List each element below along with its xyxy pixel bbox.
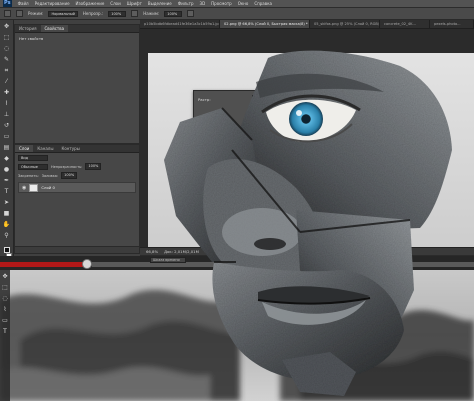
timeline-handle[interactable]: [82, 259, 92, 269]
doc-tab-4[interactable]: concrete_02_4K...: [380, 20, 430, 28]
mode-label: Режим:: [28, 11, 44, 16]
layer-filter-row: Вид: [15, 153, 139, 162]
canvas-area: Растр: 80,0: [140, 29, 474, 256]
blur-icon[interactable]: ◆: [3, 155, 11, 163]
raster-label: Растр:: [198, 97, 211, 102]
eye-icon[interactable]: ◉: [22, 185, 26, 191]
properties-panel-tabs: История Свойства: [15, 25, 139, 33]
secondary-brush-icon[interactable]: ⌇: [1, 306, 9, 314]
status-bar: 66,8% Док: 2,01M/2,01M: [140, 247, 474, 255]
secondary-eraser-icon[interactable]: ▭: [1, 317, 9, 325]
lock-row: Закрепить: Заливка: 100%: [15, 171, 139, 180]
airbrush-icon[interactable]: [187, 10, 195, 17]
layers-panel-footer: [15, 246, 139, 253]
menu-filter[interactable]: Фильтр: [178, 1, 194, 6]
tab-channels[interactable]: Каналы: [33, 145, 57, 152]
menu-type[interactable]: Шрифт: [127, 1, 142, 6]
mode-dropdown[interactable]: Нормальный: [48, 10, 78, 17]
zoom-icon[interactable]: ⚲: [3, 232, 11, 240]
properties-empty-text: Нет свойств: [19, 36, 44, 41]
doc-tab-3[interactable]: 05_skifos.png @ 25% (Слой 0, RGB/...: [310, 20, 380, 28]
properties-panel: История Свойства Нет свойств: [14, 24, 140, 144]
layers-panel-tabs: Слои Каналы Контуры: [15, 145, 139, 153]
flow-label: Нажим:: [143, 11, 160, 16]
shape-icon[interactable]: ■: [3, 210, 11, 218]
menu-file[interactable]: Файл: [18, 1, 29, 6]
move-icon[interactable]: ✥: [3, 23, 11, 31]
stamp-icon[interactable]: ⊥: [3, 111, 11, 119]
timeline-progress: [0, 262, 88, 267]
options-bar: Режим: Нормальный Непрозр.: 100% Нажим: …: [0, 8, 474, 20]
healing-icon[interactable]: ✚: [3, 89, 11, 97]
brush-preset-icon[interactable]: [4, 10, 11, 17]
timeline-button[interactable]: Шкала времени: [150, 257, 186, 263]
menu-layers[interactable]: Слои: [110, 1, 120, 6]
blend-row: Обычные Непрозрачность: 100%: [15, 162, 139, 171]
raster-value-field[interactable]: 80,0: [252, 95, 268, 101]
dodge-icon[interactable]: ●: [3, 166, 11, 174]
tab-layers[interactable]: Слои: [15, 145, 34, 152]
tab-properties[interactable]: Свойства: [40, 25, 69, 32]
menu-edit[interactable]: Редактирование: [35, 1, 70, 6]
eraser-icon[interactable]: ▭: [3, 133, 11, 141]
layer-name: Слой 0: [41, 185, 55, 190]
hand-icon[interactable]: ✋: [3, 221, 11, 229]
layer-opacity-label: Непрозрачность:: [51, 164, 83, 169]
menu-help[interactable]: Справка: [254, 1, 272, 6]
type-icon[interactable]: T: [3, 188, 11, 196]
smoke-texture-image: [0, 270, 474, 401]
menu-view[interactable]: Просмотр: [211, 1, 232, 6]
menu-window[interactable]: Окно: [238, 1, 249, 6]
doc-tab-1[interactable]: p10b5bdb6fdbead41fe36e1a3c1b59a1.jpg @ 6…: [140, 20, 220, 28]
pen-icon[interactable]: ✒: [3, 177, 11, 185]
layer-thumbnail: [29, 183, 39, 192]
brush-icon[interactable]: ⌇: [3, 100, 11, 108]
gradient-icon[interactable]: ▤: [3, 144, 11, 152]
photoshop-logo: Ps: [3, 0, 12, 7]
flow-field[interactable]: 100%: [164, 10, 183, 17]
secondary-marquee-icon[interactable]: ⬚: [1, 284, 9, 292]
document-canvas[interactable]: [148, 53, 474, 248]
tab-paths[interactable]: Контуры: [57, 145, 83, 152]
path-select-icon[interactable]: ➤: [3, 199, 11, 207]
pressure-opacity-icon[interactable]: [131, 10, 139, 17]
secondary-tools-strip: ✥ ⬚ ◌ ⌇ ▭ T: [0, 270, 10, 401]
lasso-icon[interactable]: ◌: [3, 45, 11, 53]
lock-label: Закрепить:: [18, 173, 39, 178]
eyedropper-icon[interactable]: ⁄: [3, 78, 11, 86]
history-brush-icon[interactable]: ↺: [3, 122, 11, 130]
layer-kind-dropdown[interactable]: Вид: [18, 154, 48, 161]
fill-label: Заливка:: [41, 173, 59, 178]
layers-panel: Слои Каналы Контуры Вид Обычные Непрозра…: [14, 144, 140, 254]
opacity-field[interactable]: 100%: [108, 10, 127, 17]
menu-3d[interactable]: 3D: [200, 1, 206, 6]
tab-history[interactable]: История: [15, 25, 41, 32]
opacity-label: Непрозр.:: [82, 11, 104, 16]
blend-mode-dropdown[interactable]: Обычные: [18, 163, 48, 170]
raster-dialog: Растр: 80,0: [193, 90, 273, 130]
menu-bar: Ps Файл Редактирование Изображение Слои …: [0, 0, 474, 8]
layer-row[interactable]: ◉ Слой 0: [18, 182, 136, 193]
doc-tab-5[interactable]: pexels-photo...: [430, 20, 474, 28]
layer-opacity-field[interactable]: 100%: [85, 163, 102, 170]
zoom-readout: 66,8%: [146, 249, 159, 254]
secondary-move-icon[interactable]: ✥: [1, 273, 9, 281]
quick-select-icon[interactable]: ✎: [3, 56, 11, 64]
marquee-icon[interactable]: ⬚: [3, 34, 11, 42]
tools-panel: ✥ ⬚ ◌ ✎ ⌗ ⁄ ✚ ⌇ ⊥ ↺ ▭ ▤ ◆ ● ✒ T ➤ ■ ✋ ⚲: [0, 20, 14, 282]
brush-panel-icon[interactable]: [16, 10, 23, 17]
doc-info: Док: 2,01M/2,01M: [164, 249, 199, 254]
photoshop-window: Ps Файл Редактирование Изображение Слои …: [0, 0, 474, 401]
doc-tab-2[interactable]: 02.png @ 66,8% (Слой 0, Быстрая маска/8)…: [220, 20, 310, 28]
fill-field[interactable]: 100%: [61, 172, 78, 179]
menu-select[interactable]: Выделение: [148, 1, 172, 6]
secondary-type-icon[interactable]: T: [1, 328, 9, 336]
document-tabs: p10b5bdb6fdbead41fe36e1a3c1b59a1.jpg @ 6…: [140, 20, 474, 29]
secondary-lasso-icon[interactable]: ◌: [1, 295, 9, 303]
menu-image[interactable]: Изображение: [76, 1, 105, 6]
crop-icon[interactable]: ⌗: [3, 67, 11, 75]
